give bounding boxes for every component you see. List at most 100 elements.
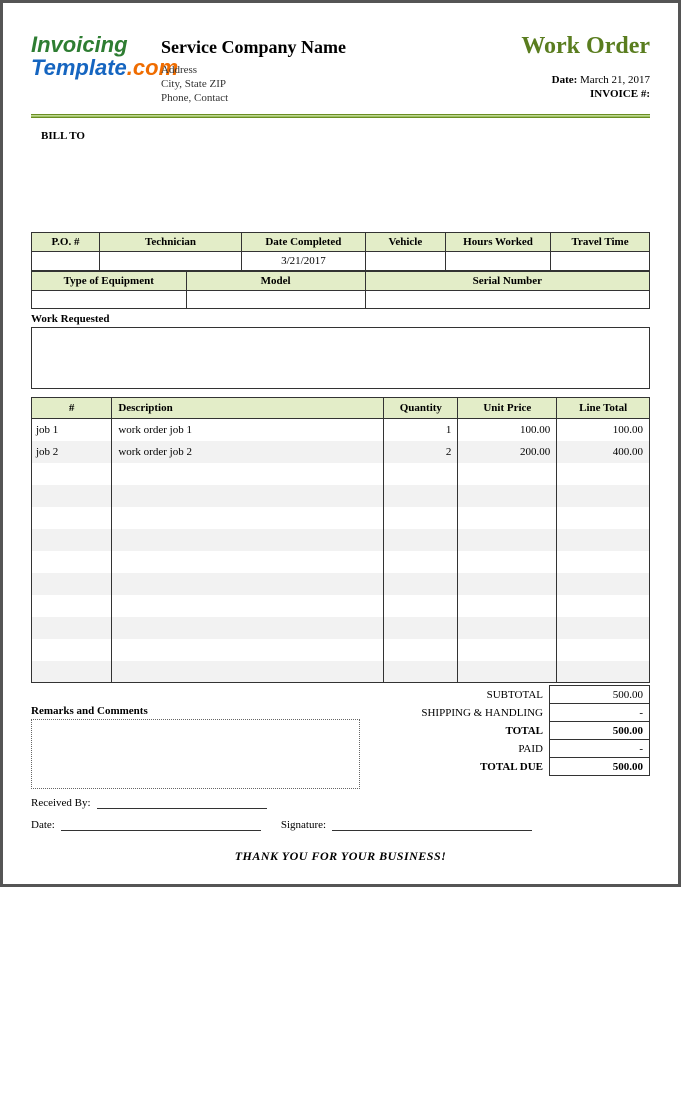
item-total: 400.00: [557, 441, 650, 463]
item-qty: [384, 529, 458, 551]
item-total: [557, 639, 650, 661]
item-qty: [384, 463, 458, 485]
item-desc: work order job 1: [112, 419, 384, 441]
received-by-label: Received By:: [31, 797, 91, 809]
date-completed-header: Date Completed: [242, 233, 366, 252]
item-price: [458, 551, 557, 573]
totals-value: 500.00: [550, 722, 650, 740]
item-price: [458, 507, 557, 529]
remarks-block: Remarks and Comments: [31, 685, 370, 789]
item-total: 100.00: [557, 419, 650, 441]
item-num: job 2: [32, 441, 112, 463]
company-address: Address: [161, 64, 470, 76]
item-num: job 1: [32, 419, 112, 441]
item-desc: [112, 529, 384, 551]
item-total: [557, 485, 650, 507]
vehicle-header: Vehicle: [365, 233, 445, 252]
po-header: P.O. #: [32, 233, 100, 252]
remarks-box: [31, 719, 360, 789]
item-desc: [112, 661, 384, 683]
totals-row: PAID-: [370, 740, 650, 758]
table-row: [32, 507, 650, 529]
serial-header: Serial Number: [365, 272, 649, 291]
technician-header: Technician: [99, 233, 241, 252]
hours-worked-value: [446, 252, 551, 271]
item-num: [32, 507, 112, 529]
date-completed-value: 3/21/2017: [242, 252, 366, 271]
item-qty: [384, 617, 458, 639]
item-num: [32, 617, 112, 639]
item-qty: [384, 639, 458, 661]
model-value: [186, 291, 365, 309]
item-num: [32, 573, 112, 595]
bill-to-label: BILL TO: [41, 130, 650, 142]
item-desc: [112, 485, 384, 507]
col-num: #: [32, 398, 112, 419]
totals-row: SUBTOTAL500.00: [370, 686, 650, 704]
item-price: [458, 529, 557, 551]
sig-date-line: [61, 830, 261, 831]
signature-line: [332, 830, 532, 831]
item-num: [32, 661, 112, 683]
table-row: [32, 551, 650, 573]
company-name: Service Company Name: [161, 37, 470, 58]
table-row: [32, 661, 650, 683]
totals-row: SHIPPING & HANDLING-: [370, 704, 650, 722]
totals-row: TOTAL DUE500.00: [370, 758, 650, 776]
item-qty: [384, 573, 458, 595]
table-row: job 1work order job 11100.00100.00: [32, 419, 650, 441]
work-requested-label: Work Requested: [31, 313, 650, 325]
item-qty: [384, 507, 458, 529]
item-num: [32, 529, 112, 551]
serial-value: [365, 291, 649, 309]
company-block: Service Company Name Address City, State…: [161, 33, 470, 106]
item-total: [557, 507, 650, 529]
footer-area: Remarks and Comments SUBTOTAL500.00SHIPP…: [31, 685, 650, 789]
travel-time-value: [551, 252, 650, 271]
item-total: [557, 595, 650, 617]
totals-label: SHIPPING & HANDLING: [370, 704, 550, 722]
item-price: 100.00: [458, 419, 557, 441]
table-row: [32, 595, 650, 617]
totals-label: TOTAL DUE: [370, 758, 550, 776]
logo-line2: Template: [31, 55, 127, 80]
date-row: Date: March 21, 2017: [470, 74, 650, 86]
info-table-1: P.O. # Technician Date Completed Vehicle…: [31, 232, 650, 271]
col-total: Line Total: [557, 398, 650, 419]
item-qty: [384, 551, 458, 573]
logo: Invoicing Template.com: [31, 33, 151, 106]
item-price: [458, 595, 557, 617]
technician-value: [99, 252, 241, 271]
thank-you: THANK YOU FOR YOUR BUSINESS!: [31, 849, 650, 864]
item-price: [458, 661, 557, 683]
table-row: [32, 573, 650, 595]
item-price: [458, 573, 557, 595]
header: Invoicing Template.com Service Company N…: [31, 33, 650, 106]
item-num: [32, 595, 112, 617]
item-qty: 1: [384, 419, 458, 441]
company-city: City, State ZIP: [161, 78, 470, 90]
item-price: 200.00: [458, 441, 557, 463]
invoice-row: INVOICE #:: [470, 88, 650, 100]
totals-label: SUBTOTAL: [370, 686, 550, 704]
item-price: [458, 463, 557, 485]
work-requested-box: [31, 327, 650, 389]
totals-value: 500.00: [550, 758, 650, 776]
totals-block: SUBTOTAL500.00SHIPPING & HANDLING-TOTAL5…: [370, 685, 650, 789]
table-row: [32, 529, 650, 551]
item-num: [32, 551, 112, 573]
col-price: Unit Price: [458, 398, 557, 419]
item-desc: [112, 617, 384, 639]
totals-label: TOTAL: [370, 722, 550, 740]
item-qty: [384, 595, 458, 617]
company-phone: Phone, Contact: [161, 92, 470, 104]
item-price: [458, 485, 557, 507]
item-desc: [112, 573, 384, 595]
item-price: [458, 617, 557, 639]
table-row: [32, 617, 650, 639]
sig-date-label: Date:: [31, 819, 55, 831]
col-desc: Description: [112, 398, 384, 419]
equipment-value: [32, 291, 187, 309]
item-desc: [112, 595, 384, 617]
item-num: [32, 639, 112, 661]
